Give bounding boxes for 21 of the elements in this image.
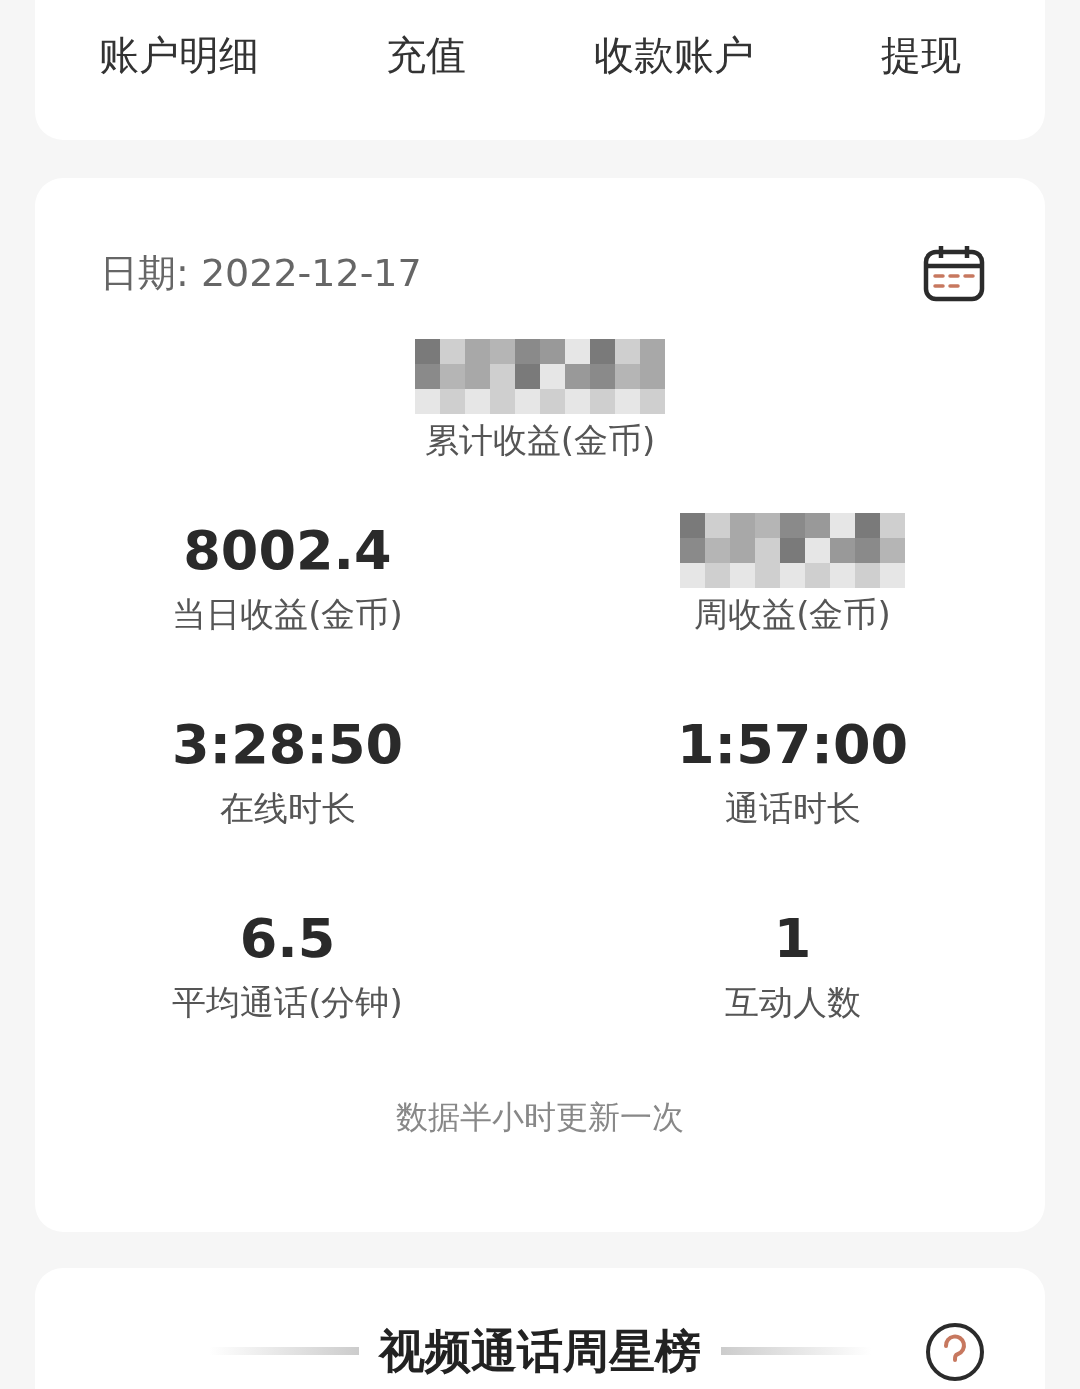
update-note: 数据半小时更新一次 — [395, 1097, 685, 1138]
stat-label: 互动人数 — [724, 981, 861, 1024]
stat-label: 当日收益(金币) — [172, 593, 403, 636]
stat-value: 1 — [773, 905, 812, 972]
tab[interactable]: 充值 — [386, 27, 467, 83]
stat-label: 通话时长 — [724, 787, 861, 830]
stat-value: 6.5 — [239, 905, 336, 972]
stat-label: 周收益(金币) — [694, 593, 891, 636]
tab[interactable]: 提现 — [881, 27, 962, 83]
date-label: 日期: 2022-12-17 — [100, 249, 422, 297]
stat-value: 1:57:00 — [676, 711, 909, 778]
stat-value: 8002.4 — [183, 517, 392, 584]
help-icon[interactable] — [925, 1322, 985, 1382]
stat-value: 3:28:50 — [171, 711, 404, 778]
calendar-icon[interactable] — [923, 244, 985, 302]
stat-label: 累计收益(金币) — [424, 419, 656, 462]
stat-label: 平均通话(分钟) — [172, 981, 403, 1024]
stat-label: 在线时长 — [219, 787, 356, 830]
ranking-title: 视频通话周星榜 — [379, 1323, 701, 1380]
tab[interactable]: 收款账户 — [593, 27, 754, 83]
tab[interactable]: 账户明细 — [98, 27, 259, 83]
